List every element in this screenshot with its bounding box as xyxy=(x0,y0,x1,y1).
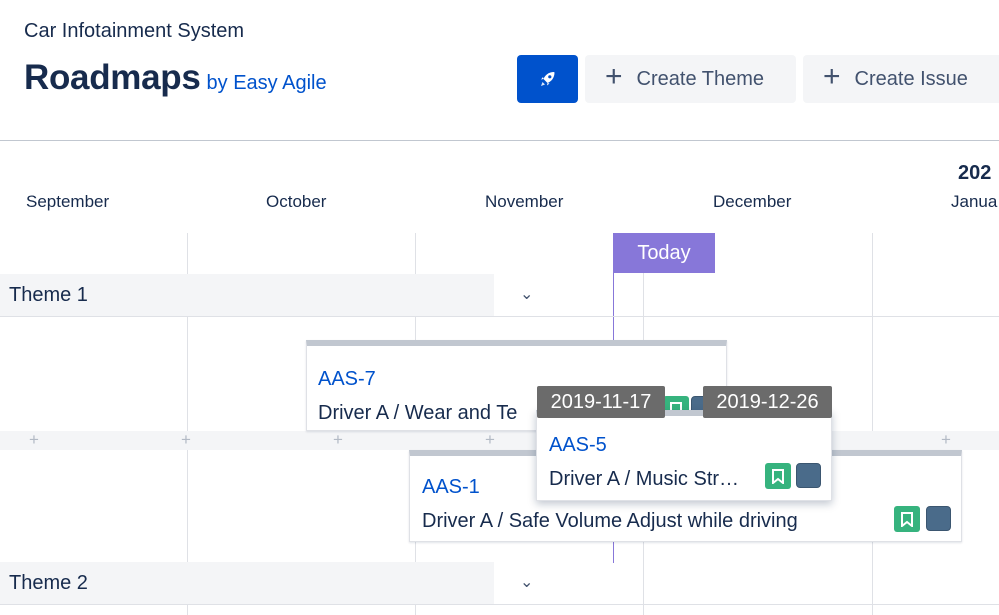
create-issue-label: Create Issue xyxy=(854,67,968,90)
year-label: 202 xyxy=(958,162,992,184)
issue-summary: Driver A / Safe Volume Adjust while driv… xyxy=(422,510,798,532)
issue-key-link[interactable]: AAS-7 xyxy=(318,368,376,391)
month-label-january: Janua xyxy=(951,192,998,211)
bookmark-icon xyxy=(765,463,791,489)
month-gridline xyxy=(872,233,873,615)
theme-row-2[interactable]: Theme 2 xyxy=(0,562,494,604)
chevron-down-icon[interactable]: ⌄ xyxy=(520,572,533,592)
add-issue-row[interactable] xyxy=(0,431,999,450)
row-divider xyxy=(0,604,999,605)
theme-row-1[interactable]: Theme 1 xyxy=(0,274,494,316)
add-issue-plus-icon[interactable]: + xyxy=(333,430,343,450)
add-issue-plus-icon[interactable]: + xyxy=(941,430,951,450)
create-issue-button[interactable]: + Create Issue xyxy=(803,55,999,103)
plus-icon: + xyxy=(823,60,841,93)
vendor-link[interactable]: by Easy Agile xyxy=(207,72,327,94)
issue-card-dragging[interactable]: AAS-5 Driver A / Music Str… xyxy=(536,410,832,501)
theme-name: Theme 1 xyxy=(9,283,88,306)
create-theme-button[interactable]: + Create Theme xyxy=(585,55,796,103)
month-label-november: November xyxy=(485,192,564,211)
start-date-badge: 2019-11-17 xyxy=(537,386,665,418)
issue-summary: Driver A / Wear and Te xyxy=(318,402,518,424)
status-square-icon xyxy=(796,463,821,488)
month-label-december: December xyxy=(713,192,792,211)
theme-name: Theme 2 xyxy=(9,571,88,594)
status-square-icon xyxy=(926,506,951,531)
month-label-september: September xyxy=(26,192,110,211)
issue-key-link[interactable]: AAS-5 xyxy=(549,434,607,457)
add-issue-plus-icon[interactable]: + xyxy=(29,430,39,450)
chevron-down-icon[interactable]: ⌄ xyxy=(520,284,533,304)
add-issue-plus-icon[interactable]: + xyxy=(485,430,495,450)
rocket-button[interactable] xyxy=(517,55,578,103)
plus-icon: + xyxy=(605,60,623,93)
add-issue-plus-icon[interactable]: + xyxy=(181,430,191,450)
project-name: Car Infotainment System xyxy=(24,20,245,42)
create-theme-label: Create Theme xyxy=(636,67,765,90)
rocket-icon xyxy=(540,72,554,86)
end-date-badge: 2019-12-26 xyxy=(703,386,832,418)
issue-summary: Driver A / Music Str… xyxy=(549,468,740,490)
issue-key-link[interactable]: AAS-1 xyxy=(422,476,480,499)
page-title: Roadmaps xyxy=(24,58,201,97)
month-label-october: October xyxy=(266,192,327,211)
page-title-group: Roadmaps by Easy Agile xyxy=(24,58,327,98)
today-marker: Today xyxy=(613,233,715,273)
header-divider xyxy=(0,140,999,141)
bookmark-icon xyxy=(894,506,920,532)
row-divider xyxy=(0,316,999,317)
